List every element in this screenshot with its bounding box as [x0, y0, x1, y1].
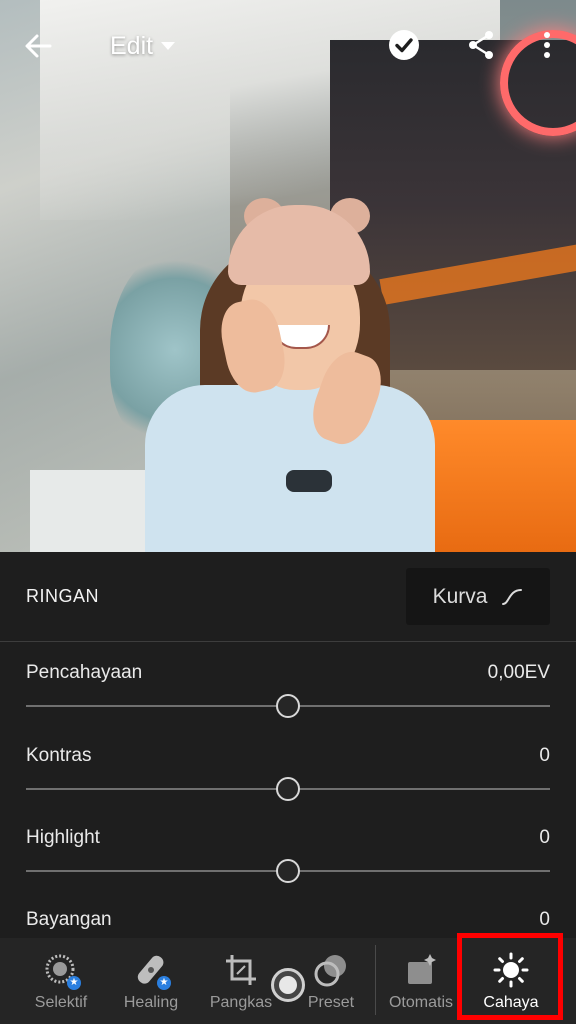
tool-crop[interactable]: Pangkas	[202, 938, 280, 1024]
slider-label: Pencahayaan	[26, 662, 143, 683]
tool-label: Healing	[123, 994, 179, 1011]
tool-label: Otomatis	[388, 994, 453, 1011]
tool-healing[interactable]: ★ Healing	[112, 938, 190, 1024]
slider-label: Kontras	[26, 745, 92, 766]
tool-label: Selektif	[34, 994, 88, 1011]
tool-preset[interactable]: Preset	[292, 938, 370, 1024]
curve-icon	[502, 588, 523, 605]
divider	[0, 641, 576, 642]
slider-thumb[interactable]	[276, 777, 300, 801]
slider-value: 0,00EV	[487, 662, 550, 683]
auto-icon	[403, 952, 439, 988]
panel-title: RINGAN	[26, 586, 100, 606]
tool-label: Pangkas	[209, 994, 273, 1011]
tool-selective[interactable]: ★ Selektif	[22, 938, 100, 1024]
curve-button-label: Kurva	[432, 584, 488, 608]
healing-icon: ★	[133, 952, 171, 990]
crop-icon	[223, 952, 259, 988]
toolbar-divider	[375, 945, 376, 1015]
slider-thumb[interactable]	[276, 694, 300, 718]
more-options-icon[interactable]	[532, 28, 562, 62]
curve-button[interactable]: Kurva	[406, 568, 550, 625]
slider-label: Highlight	[26, 827, 100, 848]
photo-canvas	[0, 0, 576, 552]
slider-value: 0	[539, 827, 550, 848]
tool-label: Preset	[307, 994, 355, 1011]
annotation-highlight-box	[457, 933, 563, 1020]
slider-value: 0	[539, 745, 550, 766]
share-icon[interactable]	[464, 28, 498, 62]
mode-selector[interactable]: Edit	[110, 28, 176, 64]
slider-label: Bayangan	[26, 909, 112, 930]
back-arrow-icon[interactable]	[20, 28, 56, 64]
confirm-check-icon[interactable]	[387, 28, 421, 62]
preset-icon	[313, 952, 349, 988]
tool-auto[interactable]: Otomatis	[382, 938, 460, 1024]
selective-icon: ★	[43, 952, 81, 990]
slider-thumb[interactable]	[276, 859, 300, 883]
mode-title: Edit	[110, 31, 154, 60]
chevron-down-icon	[161, 42, 176, 50]
slider-value: 0	[539, 909, 550, 930]
